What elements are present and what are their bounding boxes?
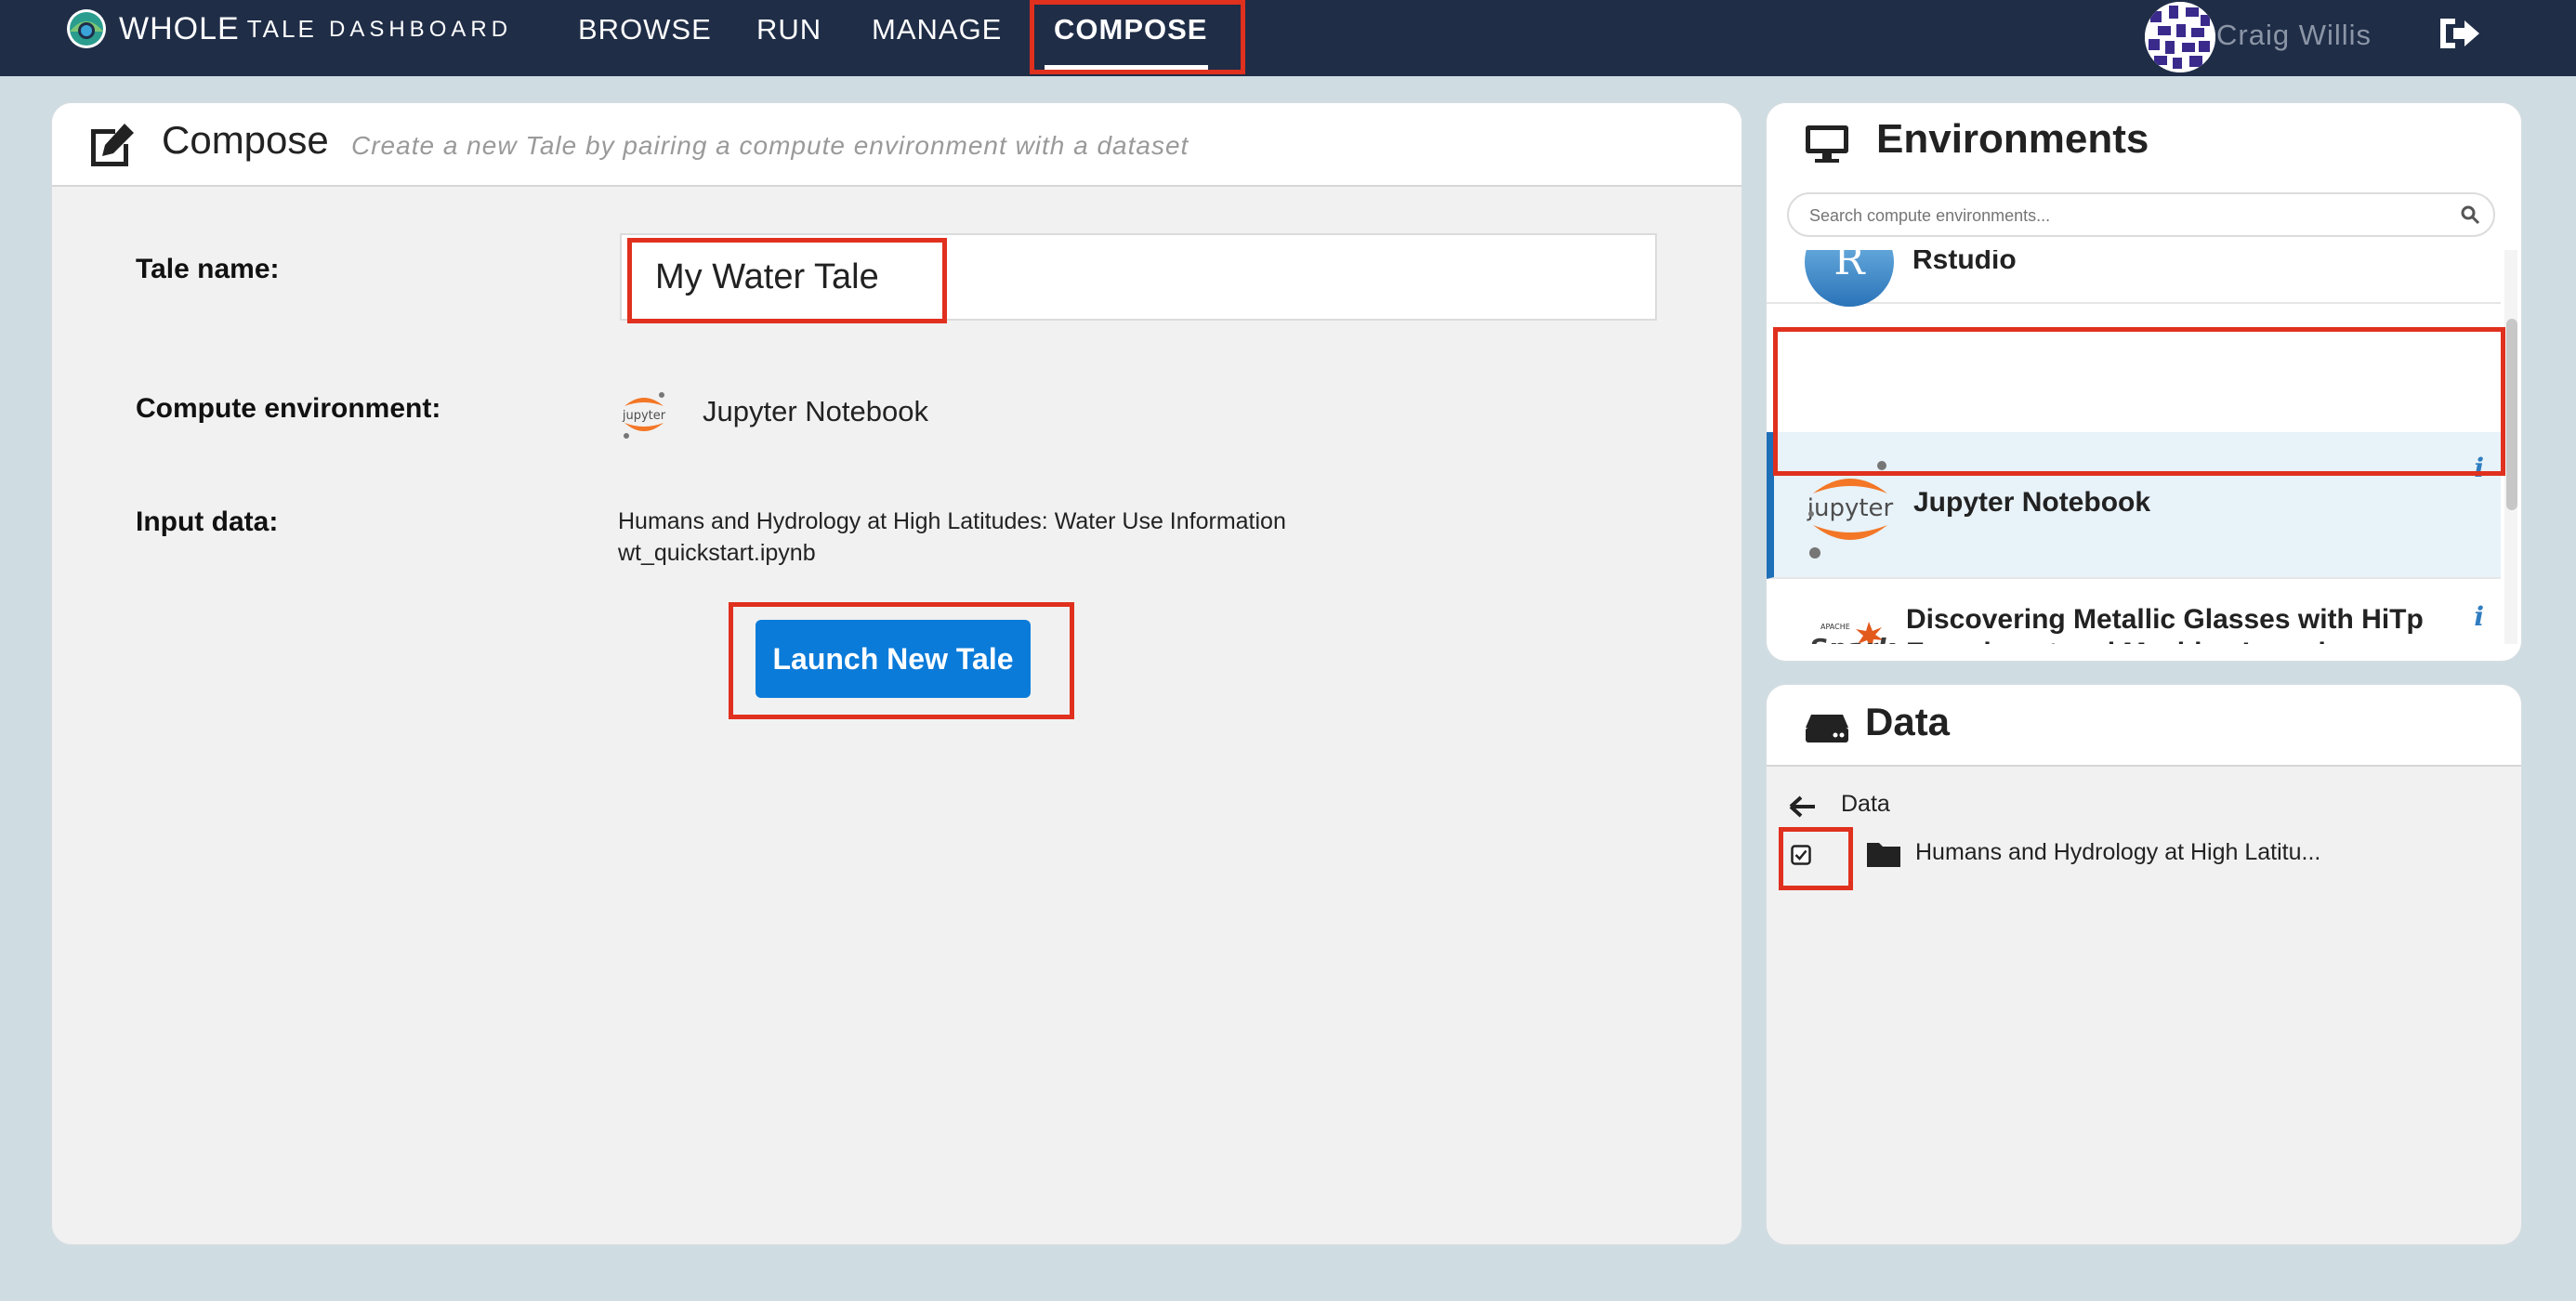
environment-name: Rstudio bbox=[1912, 250, 2017, 275]
environments-panel: Environments R Rstudio jupyter bbox=[1766, 102, 2522, 662]
jupyter-logo-icon: jupyter bbox=[1807, 461, 1894, 559]
brand[interactable]: WHOLE TALE bbox=[65, 4, 317, 54]
brand-tale: TALE bbox=[246, 14, 317, 43]
compose-title: Compose bbox=[162, 118, 329, 162]
compose-header: Compose Create a new Tale by pairing a c… bbox=[52, 103, 1741, 187]
data-panel: Data Data Humans and Hydrology at High L… bbox=[1766, 684, 2522, 1245]
active-tab-indicator bbox=[1045, 65, 1208, 70]
compose-panel: Compose Create a new Tale by pairing a c… bbox=[51, 102, 1742, 1245]
rstudio-logo-icon: R bbox=[1805, 250, 1894, 307]
environments-header: Environments bbox=[1767, 103, 2521, 183]
environment-list: R Rstudio jupyter Jupyter Notebook i APA… bbox=[1767, 250, 2501, 644]
hard-drive-icon bbox=[1806, 715, 1848, 742]
svg-text:APACHE: APACHE bbox=[1820, 623, 1850, 631]
input-data-dataset: Humans and Hydrology at High Latitudes: … bbox=[618, 508, 1286, 534]
search-icon[interactable] bbox=[2460, 204, 2480, 225]
nav-browse[interactable]: BROWSE bbox=[578, 13, 712, 46]
environment-name: Jupyter Notebook bbox=[1913, 487, 2151, 518]
svg-text:Spark: Spark bbox=[1809, 633, 1897, 644]
nav-manage[interactable]: MANAGE bbox=[872, 13, 1002, 46]
environment-item-metallic-glasses[interactable]: APACHE Spark Discovering Metallic Glasse… bbox=[1767, 581, 2501, 644]
spark-logo-icon: APACHE Spark bbox=[1809, 622, 1897, 644]
data-title: Data bbox=[1865, 700, 1951, 743]
input-data-label: Input data: bbox=[136, 506, 279, 537]
data-header: Data bbox=[1767, 685, 2521, 767]
tale-name-label: Tale name: bbox=[136, 254, 280, 284]
environment-search-input[interactable] bbox=[1807, 194, 2443, 237]
environment-name: Discovering Metallic Glasses with HiTp E… bbox=[1906, 604, 2424, 644]
identicon-icon bbox=[2145, 2, 2215, 72]
user-name[interactable]: Craig Willis bbox=[2216, 19, 2372, 52]
environments-title: Environments bbox=[1876, 116, 2149, 162]
compose-subtitle: Create a new Tale by pairing a compute e… bbox=[351, 131, 1189, 160]
folder-icon bbox=[1867, 843, 1900, 867]
whole-tale-logo-icon bbox=[67, 9, 106, 48]
scrollbar-thumb[interactable] bbox=[2506, 319, 2517, 510]
brand-whole: WHOLE bbox=[119, 10, 240, 46]
launch-new-tale-button[interactable]: Launch New Tale bbox=[756, 620, 1031, 698]
top-navbar: WHOLE TALE DASHBOARD BROWSE RUN MANAGE C… bbox=[0, 0, 2576, 76]
svg-text:R: R bbox=[1833, 250, 1866, 284]
edit-icon bbox=[91, 124, 134, 166]
nav-run[interactable]: RUN bbox=[756, 13, 821, 46]
compute-environment-label: Compute environment: bbox=[136, 393, 441, 424]
environment-item-jupyter[interactable]: jupyter Jupyter Notebook i bbox=[1767, 432, 2501, 579]
checked-checkbox-icon[interactable] bbox=[1791, 845, 1811, 865]
tale-name-input[interactable] bbox=[620, 233, 1657, 321]
info-icon[interactable]: i bbox=[2474, 453, 2484, 483]
user-avatar[interactable] bbox=[2145, 2, 2215, 72]
environment-item-rstudio[interactable]: R Rstudio bbox=[1767, 250, 2501, 307]
svg-text:jupyter: jupyter bbox=[622, 409, 666, 423]
back-arrow-icon[interactable] bbox=[1789, 795, 1817, 819]
compute-environment-value: Jupyter Notebook bbox=[703, 395, 928, 427]
sign-out-icon[interactable] bbox=[2437, 15, 2481, 52]
brand-dashboard: DASHBOARD bbox=[329, 17, 513, 42]
info-icon[interactable]: i bbox=[2474, 601, 2484, 632]
jupyter-logo-icon: jupyter bbox=[622, 392, 666, 439]
input-data-file: wt_quickstart.ipynb bbox=[618, 540, 816, 566]
nav-compose[interactable]: COMPOSE bbox=[1054, 13, 1207, 46]
svg-text:jupyter: jupyter bbox=[1807, 494, 1894, 522]
environment-search[interactable] bbox=[1787, 192, 2495, 237]
data-folder-name[interactable]: Humans and Hydrology at High Latitu... bbox=[1915, 839, 2320, 866]
environment-scrollbar[interactable] bbox=[2504, 250, 2517, 644]
data-breadcrumb[interactable]: Data bbox=[1841, 791, 1890, 818]
desktop-icon bbox=[1806, 125, 1848, 163]
